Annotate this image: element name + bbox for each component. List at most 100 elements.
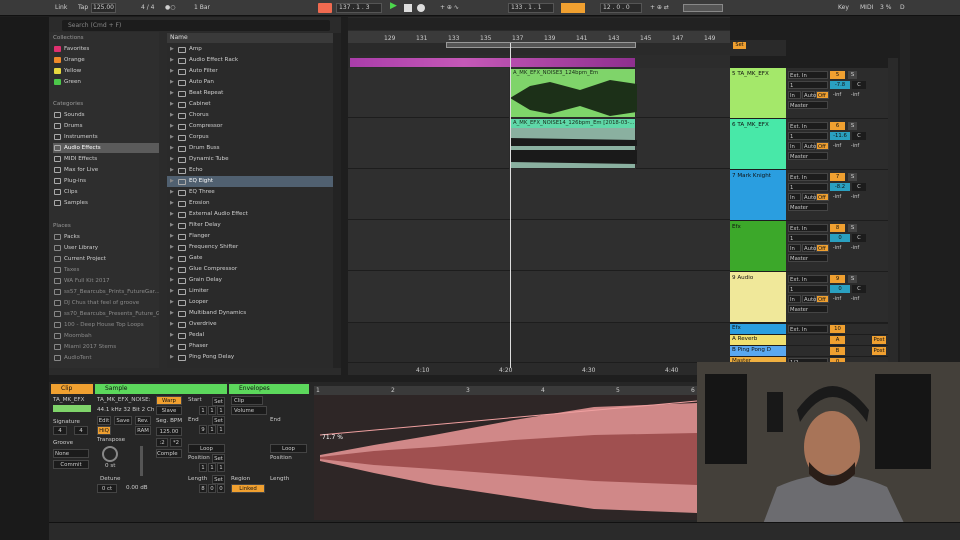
- expand-arrow-icon[interactable]: ▶: [170, 308, 174, 319]
- send-a[interactable]: -inf: [830, 193, 844, 201]
- file-item[interactable]: ▶ Looper: [167, 297, 333, 308]
- end-set-button[interactable]: Set: [212, 416, 225, 425]
- expand-arrow-icon[interactable]: ▶: [170, 165, 174, 176]
- monitor-auto-button[interactable]: Auto: [802, 142, 816, 150]
- send-b[interactable]: -inf: [848, 142, 862, 150]
- return-track-header[interactable]: B Ping Pong D: [730, 346, 786, 357]
- automation-icons[interactable]: + ⊕ ∿: [440, 4, 459, 11]
- send-b[interactable]: -inf: [848, 244, 862, 252]
- metronome-icon[interactable]: ●○: [165, 4, 175, 11]
- expand-arrow-icon[interactable]: ▶: [170, 242, 174, 253]
- send-a[interactable]: -inf: [830, 244, 844, 252]
- length-set-button[interactable]: Set: [212, 475, 225, 484]
- input-type-select[interactable]: Ext. In: [788, 173, 828, 181]
- volume-field[interactable]: 0: [830, 234, 850, 242]
- monitor-in-button[interactable]: In: [788, 142, 801, 150]
- link-button[interactable]: Link: [55, 4, 67, 11]
- send-b[interactable]: -inf: [848, 193, 862, 201]
- file-item[interactable]: ▶ Amp: [167, 44, 333, 55]
- sample-panel-header[interactable]: Sample: [95, 384, 227, 394]
- pan-field[interactable]: C: [852, 81, 866, 89]
- file-item[interactable]: ▶ Beat Repeat: [167, 88, 333, 99]
- category-item[interactable]: Sounds: [53, 110, 159, 120]
- monitor-off-button[interactable]: Off: [816, 142, 829, 150]
- volume-field[interactable]: -11.6: [830, 132, 850, 140]
- category-item[interactable]: Max for Live: [53, 165, 159, 175]
- file-item[interactable]: ▶ Glue Compressor: [167, 264, 333, 275]
- set-button[interactable]: Set: [733, 42, 746, 49]
- sig-numerator[interactable]: 4: [53, 426, 67, 435]
- category-item[interactable]: Drums: [53, 121, 159, 131]
- position-field[interactable]: 1: [208, 463, 216, 472]
- place-item[interactable]: WA Full Kit 2017: [53, 276, 159, 286]
- track-activator[interactable]: 7: [830, 173, 845, 181]
- place-item[interactable]: Current Project: [53, 254, 159, 264]
- input-channel-select[interactable]: 1: [788, 234, 828, 242]
- collection-item[interactable]: Favorites: [53, 44, 159, 54]
- expand-arrow-icon[interactable]: ▶: [170, 231, 174, 242]
- place-item[interactable]: User Library: [53, 243, 159, 253]
- solo-button[interactable]: S: [848, 71, 857, 79]
- category-item[interactable]: Plug-ins: [53, 176, 159, 186]
- file-item[interactable]: ▶ Overdrive: [167, 319, 333, 330]
- file-item[interactable]: ▶ EQ Eight: [167, 176, 333, 187]
- file-item[interactable]: ▶ Drum Buss: [167, 143, 333, 154]
- category-item[interactable]: Samples: [53, 198, 159, 208]
- send-a[interactable]: -inf: [830, 295, 844, 303]
- expand-arrow-icon[interactable]: ▶: [170, 286, 174, 297]
- post-button[interactable]: Post: [872, 336, 886, 344]
- file-item[interactable]: ▶ Frequency Shifter: [167, 242, 333, 253]
- file-item[interactable]: ▶ EQ Three: [167, 187, 333, 198]
- file-item[interactable]: ▶ Dynamic Tube: [167, 154, 333, 165]
- track-lane-9[interactable]: [348, 271, 730, 323]
- name-column-header[interactable]: Name: [167, 33, 333, 43]
- file-item[interactable]: ▶ Auto Filter: [167, 66, 333, 77]
- warp-mode-select[interactable]: Comple: [156, 449, 182, 458]
- audio-clip-noise14[interactable]: A_MK_EFX_NOISE14_126bpm_Em [2018-03-...: [509, 118, 637, 169]
- send-b[interactable]: -inf: [848, 295, 862, 303]
- env-loop-toggle[interactable]: Loop: [270, 444, 307, 453]
- track-header[interactable]: Efx: [730, 221, 786, 272]
- draw-icons[interactable]: + ⊕ ⇄: [650, 4, 669, 11]
- commit-button[interactable]: Commit: [53, 460, 89, 469]
- track-activator[interactable]: 5: [830, 71, 845, 79]
- quantize-menu[interactable]: 1 Bar: [194, 4, 210, 11]
- place-item[interactable]: DJ Chus that feel of groove: [53, 298, 159, 308]
- category-item[interactable]: Instruments: [53, 132, 159, 142]
- expand-arrow-icon[interactable]: ▶: [170, 88, 174, 99]
- input-channel-select[interactable]: 1: [788, 285, 828, 293]
- loop-button[interactable]: [561, 3, 585, 13]
- clip-name-field[interactable]: TA_MK_EFX: [53, 397, 84, 403]
- return-activator[interactable]: A: [830, 336, 845, 344]
- track-activator[interactable]: 8: [830, 224, 845, 232]
- input-type-select[interactable]: Ext. In: [788, 275, 828, 283]
- envelope-device-select[interactable]: Clip: [231, 396, 263, 405]
- start-set-button[interactable]: Set: [212, 397, 225, 406]
- solo-button[interactable]: S: [848, 173, 857, 181]
- end-field[interactable]: 1: [217, 425, 225, 434]
- pan-field[interactable]: C: [852, 132, 866, 140]
- groove-select[interactable]: None: [53, 449, 89, 458]
- monitor-in-button[interactable]: In: [788, 193, 801, 201]
- output-select[interactable]: Master: [788, 101, 828, 109]
- sample-editor[interactable]: 1 2 3 4 5 6 71.7 %: [314, 386, 697, 520]
- place-item[interactable]: Taxes: [53, 265, 159, 275]
- overview-window[interactable]: [683, 4, 723, 12]
- expand-arrow-icon[interactable]: ▶: [170, 253, 174, 264]
- send-a[interactable]: -inf: [830, 91, 844, 99]
- start-field[interactable]: 1: [217, 406, 225, 415]
- place-item[interactable]: ss57_Bearcubs_Prints_FutureGar...: [53, 287, 159, 297]
- position-set-button[interactable]: Set: [212, 454, 225, 463]
- length-field[interactable]: 0: [208, 484, 216, 493]
- expand-arrow-icon[interactable]: ▶: [170, 66, 174, 77]
- expand-arrow-icon[interactable]: ▶: [170, 341, 174, 352]
- loop-toggle[interactable]: Loop: [188, 444, 225, 453]
- track-header[interactable]: 7 Mark Knight: [730, 170, 786, 221]
- half-tempo-button[interactable]: :2: [156, 438, 168, 447]
- file-item[interactable]: ▶ Corpus: [167, 132, 333, 143]
- track-header[interactable]: 9 Audio: [730, 272, 786, 323]
- stop-icon[interactable]: [404, 4, 412, 12]
- browser-scrollbar[interactable]: [333, 33, 341, 368]
- file-item[interactable]: ▶ Pedal: [167, 330, 333, 341]
- position-field[interactable]: 1: [199, 463, 207, 472]
